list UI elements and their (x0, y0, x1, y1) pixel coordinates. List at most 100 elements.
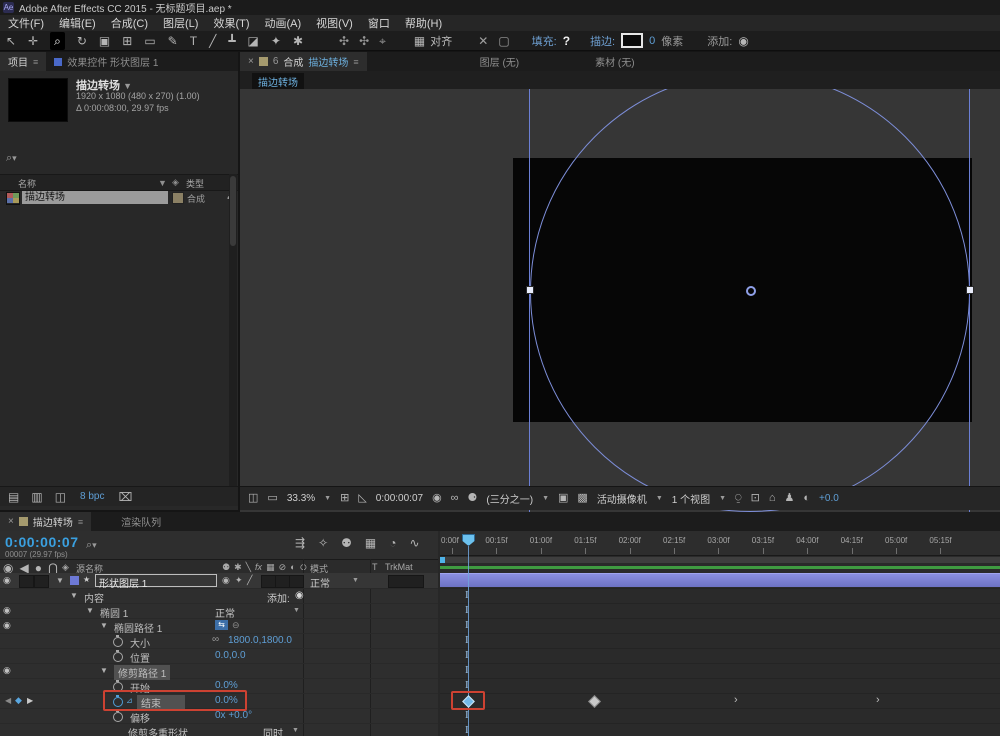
tab-project[interactable]: 项目 ≡ (0, 52, 46, 71)
roto-brush-tool[interactable]: ✦ (271, 35, 281, 47)
property-row-position[interactable]: 位置 0.0,0.0 (0, 648, 438, 664)
quality-icon[interactable]: ◉ (222, 575, 230, 586)
constrain-link-icon[interactable]: ∞ (212, 634, 219, 645)
camera-tool[interactable]: ▣ (99, 35, 110, 47)
group-row-ellipse-path[interactable]: ◉ ▼ 椭圆路径 1 ⇆ ⊖ (0, 618, 438, 634)
region-of-interest-icon[interactable]: ▣ (558, 493, 568, 504)
tab-layer-viewer[interactable]: 图层 (无) (472, 52, 527, 71)
menu-item[interactable]: 动画(A) (265, 15, 302, 31)
close-icon[interactable]: × (248, 56, 254, 67)
keyframe-toggle-icon[interactable]: ◆ (15, 695, 22, 706)
lock-views-icon[interactable]: ⊡ (751, 493, 760, 504)
eraser-tool[interactable]: ◪ (248, 35, 259, 47)
position-value[interactable]: 0.0,0.0 (215, 650, 246, 661)
chevron-down-icon[interactable]: ▼ (542, 495, 549, 502)
axis-local-icon[interactable]: ✣ (339, 35, 349, 47)
keyframe-half-icon[interactable]: › (734, 695, 738, 706)
twirl-icon[interactable]: ▼ (70, 591, 78, 600)
layer-name[interactable]: 形状图层 1 (95, 574, 217, 587)
prev-keyframe-icon[interactable]: ◀ (5, 696, 11, 705)
shape-tool[interactable]: ▭ (144, 35, 155, 47)
column-type[interactable]: 类型 (186, 177, 204, 190)
next-keyframe-icon[interactable]: ▶ (27, 696, 33, 705)
project-search-input[interactable]: ⌕▾ (6, 152, 17, 165)
panel-menu-icon[interactable]: ≡ (78, 517, 83, 527)
layer-duration-bar[interactable] (440, 573, 1000, 587)
stroke-width-value[interactable]: 0 (649, 35, 655, 47)
motion-blur-icon[interactable]: ◔ (389, 537, 396, 549)
project-scrollbar[interactable] (229, 174, 237, 492)
new-folder-icon[interactable]: ▥ (31, 491, 42, 503)
anchor-point[interactable] (746, 286, 756, 296)
pixel-aspect-icon[interactable]: ⌂ (769, 493, 776, 504)
trash-icon[interactable]: ⌧ (119, 491, 133, 503)
comp-navigator-breadcrumb[interactable]: 描边转场 (252, 73, 304, 90)
menu-item[interactable]: 图层(L) (163, 15, 198, 31)
magnification-icon[interactable]: ◫ (248, 493, 258, 504)
grid-guides-icon[interactable]: ⊞ (340, 493, 349, 504)
axis-view-icon[interactable]: ⌖ (379, 35, 386, 47)
tab-effect-controls[interactable]: 效果控件 形状图层 1 (46, 52, 166, 71)
chevron-down-icon[interactable]: ▼ (324, 495, 331, 502)
menu-item[interactable]: 编辑(E) (59, 15, 96, 31)
right-handle[interactable] (966, 286, 974, 294)
resolution-monitor-icon[interactable]: ▭ (267, 493, 277, 504)
column-name[interactable]: 名称 (18, 177, 36, 190)
group-row-trim-paths[interactable]: ◉ ▼ 修剪路径 1 (0, 663, 438, 679)
axis-world-icon[interactable]: ✣ (359, 35, 369, 47)
panel-menu-icon[interactable]: ≡ (33, 57, 38, 67)
brush-tool[interactable]: ╱ (209, 35, 216, 47)
menu-item[interactable]: 视图(V) (316, 15, 353, 31)
share-view-icon[interactable]: ⍜ (735, 493, 742, 504)
chevron-down-icon[interactable]: ▼ (293, 607, 300, 614)
group-row-contents[interactable]: ▼ 内容 添加: ◉ (0, 588, 438, 604)
transparency-grid-icon[interactable]: ▩ (577, 493, 587, 504)
eye-icon[interactable]: ◉ (3, 605, 11, 616)
pan-behind-tool[interactable]: ⊞ (122, 35, 132, 47)
eye-icon[interactable]: ◉ (3, 575, 11, 586)
group-row-ellipse[interactable]: ◉ ▼ 椭圆 1 正常 ▼ (0, 603, 438, 619)
fill-label[interactable]: 填充: (532, 33, 557, 49)
eye-icon[interactable]: ◉ (3, 620, 11, 631)
hand-tool[interactable]: ✛ (28, 35, 38, 47)
active-camera[interactable]: 活动摄像机 (597, 491, 647, 506)
selection-tool[interactable]: ↖ (6, 35, 16, 47)
work-area-start-handle[interactable] (440, 557, 445, 563)
menu-item[interactable]: 效果(T) (213, 15, 249, 31)
keyframe-half-icon[interactable]: › (876, 695, 880, 706)
menu-item[interactable]: 文件(F) (8, 15, 44, 31)
label-color-swatch[interactable] (172, 192, 184, 204)
preview-time[interactable]: 0:00:00:07 (376, 493, 423, 504)
switch-cell[interactable] (261, 575, 276, 588)
stopwatch-icon[interactable] (113, 637, 123, 647)
zoom-tool[interactable]: ⌕ (50, 32, 65, 50)
project-settings-icon[interactable]: ◫ (55, 491, 66, 503)
chevron-down-icon[interactable]: ▼ (352, 577, 359, 584)
path-direction-icon[interactable]: ⇆ (215, 620, 228, 630)
current-time-display[interactable]: 0:00:00:07 (5, 534, 79, 550)
tab-composition[interactable]: × 6 合成 描边转场 ≡ (240, 52, 367, 71)
close-icon[interactable]: × (8, 516, 14, 527)
fill-value[interactable]: ? (563, 34, 570, 48)
twirl-icon[interactable]: ▼ (100, 666, 108, 675)
chevron-down-icon[interactable]: ▼ (719, 495, 726, 502)
switch-cell[interactable] (275, 575, 290, 588)
draft-3d-icon[interactable]: ✧ (318, 537, 328, 549)
fast-preview-icon[interactable]: ♟ (785, 493, 795, 504)
twirl-icon[interactable]: ▼ (100, 621, 108, 630)
stopwatch-icon[interactable] (113, 652, 123, 662)
layer-color-swatch[interactable] (70, 576, 79, 585)
column-trkmat[interactable]: TrkMat (385, 562, 413, 572)
tab-footage-viewer[interactable]: 素材 (无) (587, 52, 642, 71)
work-area-bar[interactable] (440, 557, 1000, 563)
timeline-icon[interactable]: ◐ (803, 493, 810, 504)
align-label[interactable]: 对齐 (430, 33, 452, 49)
graph-editor-icon[interactable]: ∿ (409, 537, 419, 549)
switch-cell[interactable] (289, 575, 304, 588)
clone-stamp-tool[interactable]: ┻ (228, 35, 235, 47)
shy-layers-icon[interactable]: ⚉ (341, 537, 352, 549)
bit-depth-button[interactable]: 8 bpc (80, 491, 104, 502)
collapse-icon[interactable]: ✦ (235, 575, 243, 586)
quality-slash-icon[interactable]: ╱ (247, 575, 252, 586)
trkmat-dropdown[interactable] (388, 575, 424, 588)
